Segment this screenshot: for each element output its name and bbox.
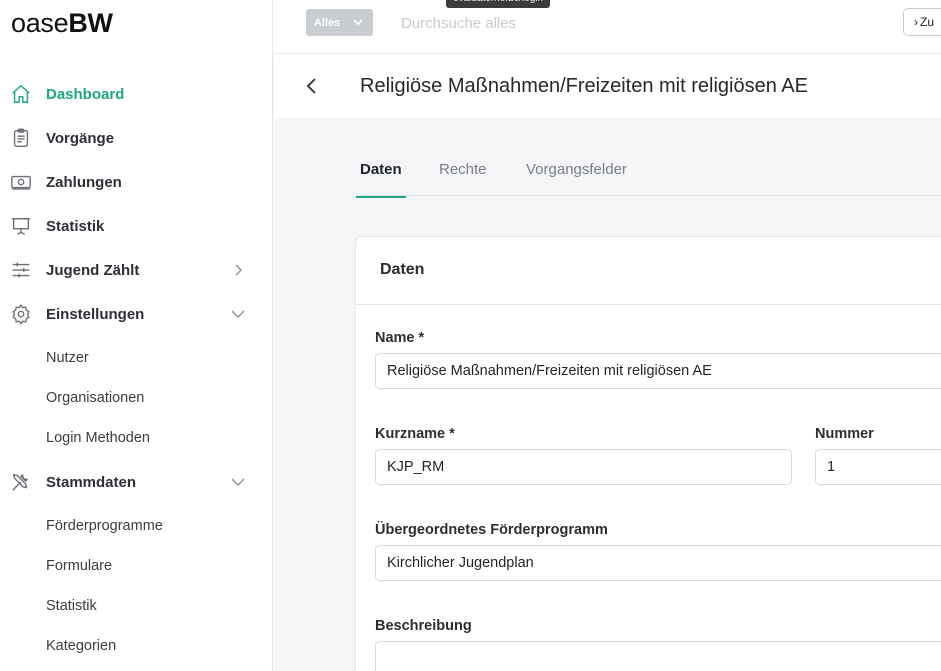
sidebar-subitem-formulare[interactable]: Formulare: [46, 554, 112, 578]
tab-bar: Daten Rechte Vorgangsfelder: [356, 156, 941, 198]
tab-vorgangsfelder[interactable]: Vorgangsfelder: [526, 158, 627, 198]
card-title: Daten: [380, 261, 425, 278]
beschreibung-label: Beschreibung: [375, 618, 472, 634]
home-icon: [12, 85, 30, 103]
search-input[interactable]: [401, 12, 731, 34]
name-label: Name *: [375, 330, 425, 346]
zu-button-label: Zu: [920, 15, 935, 29]
page-header: Religiöse Maßnahmen/Freizeiten mit relig…: [274, 55, 941, 118]
sidebar-item-label: Zahlungen: [46, 173, 122, 191]
sidebar-item-zahlungen[interactable]: Zahlungen: [0, 164, 273, 200]
sidebar-subitem-nutzer[interactable]: Nutzer: [46, 346, 89, 370]
sidebar-subitem-login-methoden[interactable]: Login Methoden: [46, 426, 150, 450]
sidebar-item-label: Vorgänge: [46, 129, 115, 147]
search-scope-label: Alles: [314, 16, 341, 29]
cash-icon: [11, 175, 31, 190]
name-field[interactable]: [375, 353, 941, 389]
sidebar-item-statistik[interactable]: Statistik: [0, 208, 273, 244]
parent-program-field[interactable]: [375, 545, 941, 581]
nummer-field[interactable]: [815, 449, 941, 485]
search-scope-dropdown[interactable]: Alles: [306, 9, 373, 36]
presentation-icon: [11, 217, 31, 235]
kurzname-field[interactable]: [375, 449, 792, 485]
sidebar-item-dashboard[interactable]: Dashboard: [0, 76, 273, 112]
sidebar-subitem-foerderprogramme[interactable]: Förderprogramme: [46, 514, 163, 538]
topbar: Alles evaluaterne.de/login › Zu: [274, 0, 941, 54]
parent-program-label: Übergeordnetes Förderprogramm: [375, 522, 608, 538]
chevron-down-icon: [231, 478, 245, 486]
chevron-right-icon: [235, 264, 242, 276]
kurzname-label: Kurzname *: [375, 426, 455, 442]
sidebar-subitem-statistik[interactable]: Statistik: [46, 594, 97, 618]
data-card: Daten Name * Kurzname * Nummer Übergeord…: [355, 236, 941, 671]
back-arrow-icon[interactable]: [301, 74, 321, 98]
beschreibung-field[interactable]: [375, 641, 941, 671]
url-tooltip: evaluaterne.de/login: [446, 0, 551, 8]
sidebar-item-vorgaenge[interactable]: Vorgänge: [0, 120, 273, 156]
tools-icon: [12, 473, 28, 491]
sidebar-subitem-kategorien[interactable]: Kategorien: [46, 634, 116, 658]
gear-icon: [12, 304, 30, 325]
tab-daten[interactable]: Daten: [356, 158, 406, 198]
sidebar-item-label: Einstellungen: [46, 305, 145, 323]
zu-button[interactable]: › Zu: [903, 8, 941, 36]
clipboard-icon: [13, 128, 29, 147]
chevron-right-icon: ›: [914, 15, 918, 29]
page-title: Religiöse Maßnahmen/Freizeiten mit relig…: [360, 75, 808, 97]
app-logo[interactable]: oaseBW: [11, 8, 113, 39]
nummer-label: Nummer: [815, 426, 874, 442]
sidebar-item-label: Stammdaten: [46, 473, 137, 491]
sliders-icon: [12, 262, 30, 278]
sidebar-item-label: Statistik: [46, 217, 105, 235]
sidebar-item-einstellungen[interactable]: Einstellungen: [0, 296, 273, 332]
sidebar-item-jugend-zaehlt[interactable]: Jugend Zählt: [0, 252, 273, 288]
sidebar: oaseBW Dashboard Vorgänge Zahlungen Stat…: [0, 0, 273, 671]
tab-rechte[interactable]: Rechte: [439, 158, 487, 198]
main-content: Daten Rechte Vorgangsfelder Daten Name *…: [274, 118, 941, 671]
card-header: Daten: [356, 237, 941, 305]
sidebar-item-label: Dashboard: [46, 85, 125, 103]
chevron-down-icon: [353, 19, 363, 26]
sidebar-subitem-organisationen[interactable]: Organisationen: [46, 386, 144, 410]
sidebar-item-stammdaten[interactable]: Stammdaten: [0, 464, 273, 500]
chevron-down-icon: [231, 310, 245, 318]
sidebar-item-label: Jugend Zählt: [46, 261, 140, 279]
